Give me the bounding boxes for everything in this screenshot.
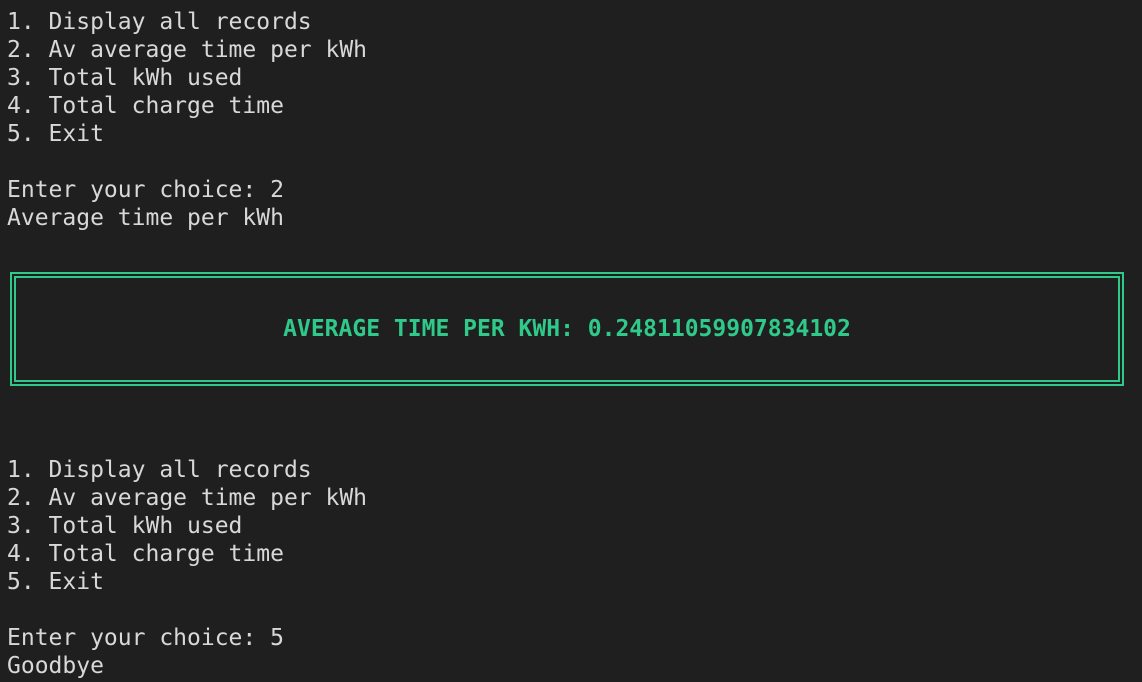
menu-item-average-time: 2. Av average time per kWh: [7, 485, 368, 511]
result-box: AVERAGE TIME PER KWH: 0.2481105990783410…: [10, 272, 1124, 386]
choice-response: Average time per kWh: [7, 205, 284, 231]
menu-item-total-kwh: 3. Total kWh used: [7, 65, 243, 91]
choice-prompt: Enter your choice: 5: [7, 625, 284, 651]
menu-item-exit: 5. Exit: [7, 121, 104, 147]
menu-item-total-charge-time: 4. Total charge time: [7, 541, 284, 567]
menu-item-total-kwh: 3. Total kWh used: [7, 513, 243, 539]
result-box-inner: AVERAGE TIME PER KWH: 0.2481105990783410…: [14, 276, 1120, 382]
choice-prompt: Enter your choice: 2: [7, 177, 284, 203]
menu-block-first: 1. Display all records 2. Av average tim…: [7, 8, 367, 232]
menu-item-display-records: 1. Display all records: [7, 9, 312, 35]
menu-item-exit: 5. Exit: [7, 569, 104, 595]
menu-item-average-time: 2. Av average time per kWh: [7, 37, 368, 63]
result-text: AVERAGE TIME PER KWH: 0.2481105990783410…: [283, 316, 851, 342]
goodbye-message: Goodbye: [7, 653, 104, 679]
menu-item-total-charge-time: 4. Total charge time: [7, 93, 284, 119]
terminal-output: 1. Display all records 2. Av average tim…: [7, 8, 1135, 682]
menu-item-display-records: 1. Display all records: [7, 457, 312, 483]
menu-block-second: 1. Display all records 2. Av average tim…: [7, 456, 367, 680]
